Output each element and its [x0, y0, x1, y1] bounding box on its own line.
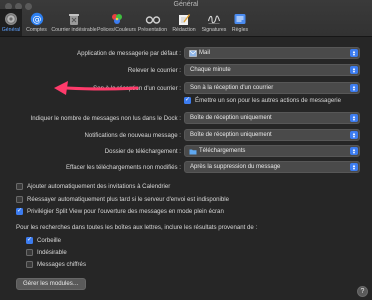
gear-icon: [3, 10, 20, 27]
new-mail-sound-popup[interactable]: Son à la réception d'un courrier ▲ ▼: [184, 82, 360, 94]
remove-unedited-downloads-value: Après la suppression du message: [190, 164, 281, 170]
search-trash-row[interactable]: ✓ Corbeille: [26, 235, 61, 246]
row-new-mail-sound: Son à la réception d'un courrier : Son à…: [0, 82, 372, 96]
popup-arrows-icon: ▲ ▼: [350, 147, 358, 155]
row-default-mail-app: Application de messagerie par défaut : M…: [0, 47, 372, 61]
compose-icon: [176, 10, 193, 27]
help-button[interactable]: ?: [357, 286, 368, 297]
tab-composing[interactable]: Rédaction: [169, 9, 199, 36]
tab-label: Polices/Couleurs: [97, 27, 136, 33]
tab-signatures[interactable]: Signatures: [199, 9, 229, 36]
tab-junk-mail[interactable]: Courrier indésirable: [51, 9, 97, 36]
tab-viewing[interactable]: Présentation: [136, 9, 169, 36]
tab-label: Comptes: [26, 27, 47, 33]
search-section-title: Pour les recherches dans toutes les boît…: [16, 224, 258, 231]
option-calendar-invites-row[interactable]: Ajouter automatiquement des invitations …: [16, 181, 170, 192]
window-title: Général: [173, 1, 199, 8]
row-new-message-notifications: Notifications de nouveau message : Boîte…: [0, 129, 372, 143]
tab-label: Général: [1, 27, 21, 33]
at-sign-icon: @: [28, 10, 45, 27]
search-junk-label: Indésirable: [37, 249, 67, 256]
downloads-folder-value: Téléchargements: [199, 148, 246, 154]
option-retry-sending-row[interactable]: Réessayer automatiquement plus tard si l…: [16, 194, 229, 205]
preferences-toolbar: Général @ Comptes Courrier indésirable P…: [0, 9, 251, 36]
unread-count-dock-label: Indiquer le nombre de messages non lus d…: [30, 115, 181, 122]
play-sound-other-checkbox[interactable]: ✓: [184, 97, 191, 104]
unread-count-dock-popup[interactable]: Boîte de réception uniquement ▲ ▼: [184, 112, 360, 124]
glasses-icon: [144, 10, 161, 27]
general-preferences-pane: Application de messagerie par défaut : M…: [0, 37, 372, 300]
trash-junk-icon: [66, 10, 83, 27]
search-encrypted-row[interactable]: Messages chiffrés: [26, 259, 86, 270]
check-mail-popup[interactable]: Chaque minute ▲ ▼: [184, 64, 360, 76]
search-encrypted-checkbox[interactable]: [26, 261, 33, 268]
option-split-view-label: Privilégier Split View pour l'ouverture …: [27, 208, 224, 215]
check-mail-value: Chaque minute: [190, 67, 231, 73]
option-split-view-checkbox[interactable]: ✓: [16, 208, 23, 215]
tab-label: Courrier indésirable: [51, 27, 97, 33]
new-message-notifications-label: Notifications de nouveau message :: [84, 132, 181, 139]
folder-icon: [189, 149, 197, 155]
search-junk-row[interactable]: Indésirable: [26, 247, 67, 258]
option-retry-sending-label: Réessayer automatiquement plus tard si l…: [27, 196, 230, 203]
default-mail-app-label: Application de messagerie par défaut :: [77, 50, 181, 57]
stamp-icon: [189, 50, 197, 57]
search-junk-checkbox[interactable]: [26, 249, 33, 256]
manage-plugins-button[interactable]: Gérer les modules…: [16, 278, 86, 290]
row-remove-unedited-downloads: Effacer les téléchargements non modifiés…: [0, 161, 372, 175]
row-downloads-folder: Dossier de téléchargement : Téléchargeme…: [0, 145, 372, 159]
search-trash-checkbox[interactable]: ✓: [26, 237, 33, 244]
option-split-view-row[interactable]: ✓ Privilégier Split View pour l'ouvertur…: [16, 206, 224, 217]
remove-unedited-downloads-label: Effacer les téléchargements non modifiés…: [65, 164, 181, 171]
popup-arrows-icon: ▲ ▼: [350, 84, 358, 92]
row-check-mail: Relever le courrier : Chaque minute ▲ ▼: [0, 64, 372, 78]
default-mail-app-value: Mail: [199, 50, 211, 56]
unread-count-dock-value: Boîte de réception uniquement: [190, 115, 272, 121]
tab-label: Rédaction: [172, 27, 196, 33]
tab-rules[interactable]: Règles: [229, 9, 251, 36]
check-mail-label: Relever le courrier :: [127, 67, 181, 74]
downloads-folder-label: Dossier de téléchargement :: [104, 148, 181, 155]
new-mail-sound-value: Son à la réception d'un courrier: [190, 85, 274, 91]
tab-label: Règles: [231, 27, 249, 33]
option-calendar-invites-label: Ajouter automatiquement des invitations …: [27, 183, 171, 190]
option-calendar-invites-checkbox[interactable]: [16, 183, 23, 190]
title-bar: Général Général @ Comptes Courrier indés…: [0, 0, 372, 37]
font-colors-icon: [108, 10, 125, 27]
play-sound-other-checkbox-row[interactable]: ✓ Émettre un son pour les autres actions…: [184, 95, 341, 106]
tab-label: Signatures: [201, 27, 227, 33]
remove-unedited-downloads-popup[interactable]: Après la suppression du message ▲ ▼: [184, 161, 360, 173]
new-message-notifications-popup[interactable]: Boîte de réception uniquement ▲ ▼: [184, 129, 360, 141]
tab-label: Présentation: [137, 27, 168, 33]
new-message-notifications-value: Boîte de réception uniquement: [190, 132, 272, 138]
downloads-folder-popup[interactable]: Téléchargements ▲ ▼: [184, 145, 360, 157]
popup-arrows-icon: ▲ ▼: [350, 131, 358, 139]
play-sound-other-label: Émettre un son pour les autres actions d…: [195, 97, 341, 104]
tab-fonts-colors[interactable]: Polices/Couleurs: [97, 9, 136, 36]
signature-icon: [206, 10, 223, 27]
tab-general[interactable]: Général: [0, 9, 22, 36]
default-mail-app-popup[interactable]: Mail ▲ ▼: [184, 47, 360, 59]
option-retry-sending-checkbox[interactable]: [16, 196, 23, 203]
svg-text:@: @: [32, 15, 41, 25]
row-unread-count-dock: Indiquer le nombre de messages non lus d…: [0, 112, 372, 126]
preferences-window: Général Général @ Comptes Courrier indés…: [0, 0, 372, 300]
popup-arrows-icon: ▲ ▼: [350, 114, 358, 122]
search-encrypted-label: Messages chiffrés: [37, 261, 86, 268]
rules-icon: [232, 10, 249, 27]
popup-arrows-icon: ▲ ▼: [350, 66, 358, 74]
popup-arrows-icon: ▲ ▼: [350, 49, 358, 57]
new-mail-sound-label: Son à la réception d'un courrier :: [93, 85, 181, 92]
popup-arrows-icon: ▲ ▼: [350, 163, 358, 171]
search-trash-label: Corbeille: [37, 237, 62, 244]
tab-accounts[interactable]: @ Comptes: [22, 9, 51, 36]
